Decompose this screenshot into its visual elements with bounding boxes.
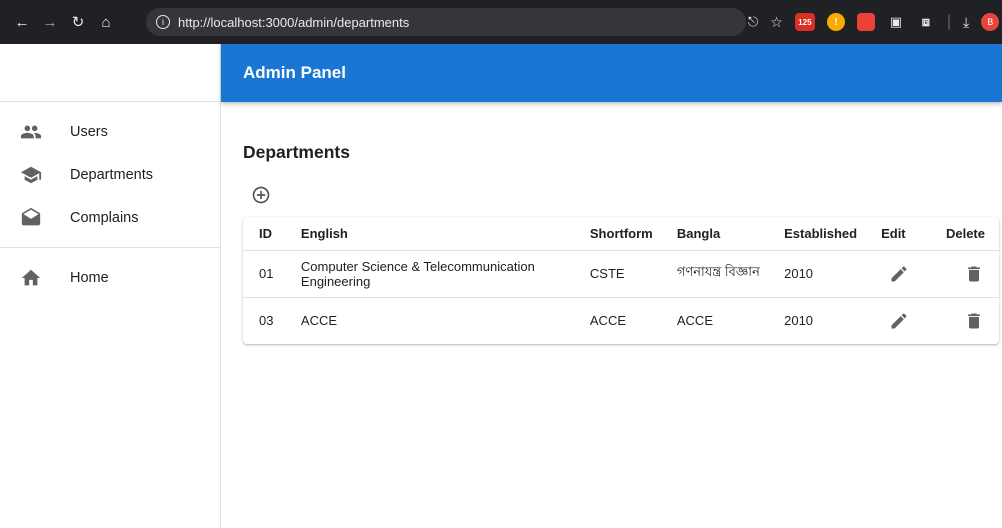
install-app-icon[interactable]: ⎋ (748, 14, 758, 30)
column-header-shortform: Shortform (573, 217, 661, 251)
address-bar[interactable]: i http://localhost:3000/admin/department… (146, 8, 746, 36)
sidebar-item-users[interactable]: Users (0, 110, 220, 153)
school-icon (20, 164, 42, 186)
page-title: Departments (243, 142, 350, 162)
cell-bangla: ACCE (676, 313, 713, 329)
cell-edit (865, 250, 930, 298)
edit-button[interactable] (883, 258, 915, 290)
trash-icon (968, 266, 980, 281)
browser-toolbar: ← → ↻ ⌂ i http://localhost:3000/admin/de… (0, 0, 1002, 44)
add-department-button[interactable] (249, 183, 273, 207)
app-title: Admin Panel (243, 63, 346, 82)
back-arrow-icon[interactable]: ← (8, 8, 36, 36)
address-url: http://localhost:3000/admin/departments (178, 14, 410, 30)
column-header-english: English (284, 217, 574, 251)
extension-lock-icon[interactable]: ▣ (887, 13, 905, 31)
sidebar-item-label: Home (70, 269, 109, 286)
cell-id: 03 (259, 313, 274, 329)
pencil-icon (891, 313, 907, 329)
cell-delete (930, 297, 999, 344)
delete-button[interactable] (958, 305, 990, 337)
column-header-delete: Delete (929, 217, 999, 251)
extensions-puzzle-icon[interactable]: ⧈ (917, 13, 935, 31)
sidebar-header (0, 44, 220, 102)
pencil-icon (891, 265, 907, 281)
profile-avatar[interactable]: B (981, 13, 1000, 31)
cell-established: 2010 (784, 313, 814, 329)
site-info-icon[interactable]: i (156, 15, 170, 29)
table-header-row: ID English Shortform Bangla Established … (243, 217, 999, 251)
sidebar-item-home[interactable]: Home (0, 256, 220, 299)
column-header-id: ID (243, 217, 285, 251)
bookmark-star-icon[interactable]: ☆ (770, 14, 783, 31)
sidebar-secondary-group: Home (0, 247, 220, 307)
extension-info-icon[interactable]: ! (826, 13, 845, 31)
column-header-established: Established (768, 217, 866, 251)
toolbar-divider: | (946, 13, 952, 30)
sidebar-item-label: Departments (70, 166, 154, 183)
cell-edit (865, 297, 930, 344)
cell-delete (929, 250, 999, 298)
forward-arrow-icon[interactable]: → (36, 8, 64, 36)
edit-button[interactable] (883, 305, 915, 337)
column-header-bangla: Bangla (660, 217, 769, 251)
home-icon (20, 267, 42, 289)
column-header-edit: Edit (865, 217, 930, 251)
trash-icon (968, 313, 980, 329)
reload-icon[interactable]: ↻ (64, 8, 92, 36)
app-bar: Admin Panel (221, 44, 1002, 102)
table-row: 03 ACCE ACCE ACCE 2010 (243, 297, 999, 344)
cell-english: Computer Science & Telecommunication Eng… (284, 250, 574, 298)
home-browser-icon[interactable]: ⌂ (92, 8, 120, 36)
cell-bangla: গণনাযন্ত্র বিজ্ঞান (660, 250, 769, 298)
sidebar-item-complains[interactable]: Complains (0, 196, 220, 239)
sidebar-item-label: Users (70, 123, 108, 140)
calendar-extension-icon[interactable]: 125 (794, 13, 815, 31)
delete-button[interactable] (958, 258, 990, 290)
cell-id: 01 (243, 250, 285, 298)
sidebar-main-group: Users Departments Complains (0, 102, 220, 247)
people-icon (20, 121, 42, 143)
cell-shortform: CSTE (573, 250, 661, 298)
cell-english: ACCE (300, 313, 338, 329)
sidebar: Users Departments Complains Home (0, 44, 221, 528)
departments-table: ID English Shortform Bangla Established … (243, 217, 999, 344)
download-icon[interactable]: ⤓ (963, 14, 969, 31)
table-row: 01 Computer Science & Telecommunication … (243, 250, 999, 298)
main-content: Departments ID English Shortform Bangla … (243, 102, 999, 344)
add-circle-outline-icon (252, 186, 270, 204)
sidebar-item-departments[interactable]: Departments (0, 153, 220, 196)
cell-shortform: ACCE (589, 313, 627, 329)
cell-established: 2010 (768, 250, 866, 298)
extension-red-icon[interactable] (856, 13, 875, 31)
drafts-icon (20, 207, 42, 229)
sidebar-item-label: Complains (70, 209, 139, 226)
